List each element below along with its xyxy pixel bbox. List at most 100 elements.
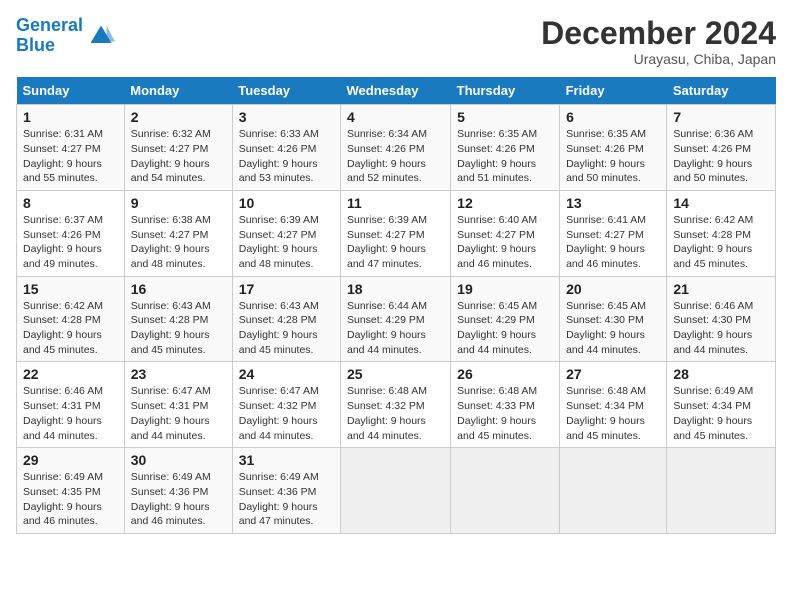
day-cell: 9Sunrise: 6:38 AM Sunset: 4:27 PM Daylig… (124, 190, 232, 276)
weekday-friday: Friday (560, 77, 667, 105)
weekday-thursday: Thursday (451, 77, 560, 105)
day-info: Sunrise: 6:48 AM Sunset: 4:34 PM Dayligh… (566, 384, 660, 443)
day-number: 2 (131, 109, 226, 125)
day-cell: 11Sunrise: 6:39 AM Sunset: 4:27 PM Dayli… (340, 190, 450, 276)
day-number: 15 (23, 281, 118, 297)
day-info: Sunrise: 6:49 AM Sunset: 4:34 PM Dayligh… (673, 384, 769, 443)
day-number: 19 (457, 281, 553, 297)
day-info: Sunrise: 6:35 AM Sunset: 4:26 PM Dayligh… (457, 127, 553, 186)
title-block: December 2024 Urayasu, Chiba, Japan (541, 16, 776, 67)
day-cell: 6Sunrise: 6:35 AM Sunset: 4:26 PM Daylig… (560, 105, 667, 191)
location: Urayasu, Chiba, Japan (541, 51, 776, 67)
day-number: 30 (131, 452, 226, 468)
day-cell: 5 Sunrise: 6:35 AM Sunset: 4:26 PM Daylig… (451, 105, 560, 191)
day-number: 6 (566, 109, 660, 125)
day-info: Sunrise: 6:46 AM Sunset: 4:31 PM Dayligh… (23, 384, 118, 443)
week-row-3: 15 Sunrise: 6:42 AM Sunset: 4:28 PM Dayli… (17, 276, 776, 362)
day-number: 20 (566, 281, 660, 297)
day-cell: 31 Sunrise: 6:49 AM Sunset: 4:36 PM Dayli… (232, 448, 340, 534)
day-cell: 23 Sunrise: 6:47 AM Sunset: 4:31 PM Dayli… (124, 362, 232, 448)
day-number: 8 (23, 195, 118, 211)
day-info: Sunrise: 6:43 AM Sunset: 4:28 PM Dayligh… (239, 299, 334, 358)
day-number: 7 (673, 109, 769, 125)
day-cell: 2 Sunrise: 6:32 AM Sunset: 4:27 PM Daylig… (124, 105, 232, 191)
day-number: 18 (347, 281, 444, 297)
day-cell: 19 Sunrise: 6:45 AM Sunset: 4:29 PM Dayli… (451, 276, 560, 362)
day-number: 5 (457, 109, 553, 125)
logo-text: GeneralBlue (16, 16, 83, 56)
day-info: Sunrise: 6:41 AM Sunset: 4:27 PM Dayligh… (566, 213, 660, 272)
day-info: Sunrise: 6:49 AM Sunset: 4:35 PM Dayligh… (23, 470, 118, 529)
day-info: Sunrise: 6:45 AM Sunset: 4:30 PM Dayligh… (566, 299, 660, 358)
weekday-wednesday: Wednesday (340, 77, 450, 105)
day-info: Sunrise: 6:42 AM Sunset: 4:28 PM Dayligh… (23, 299, 118, 358)
day-number: 31 (239, 452, 334, 468)
header: GeneralBlue December 2024 Urayasu, Chiba… (16, 16, 776, 67)
day-cell (340, 448, 450, 534)
day-info: Sunrise: 6:40 AM Sunset: 4:27 PM Dayligh… (457, 213, 553, 272)
day-info: Sunrise: 6:33 AM Sunset: 4:26 PM Dayligh… (239, 127, 334, 186)
day-number: 26 (457, 366, 553, 382)
day-cell: 27 Sunrise: 6:48 AM Sunset: 4:34 PM Dayli… (560, 362, 667, 448)
day-number: 4 (347, 109, 444, 125)
weekday-header: SundayMondayTuesdayWednesdayThursdayFrid… (17, 77, 776, 105)
day-number: 27 (566, 366, 660, 382)
day-number: 9 (131, 195, 226, 211)
day-cell: 7 Sunrise: 6:36 AM Sunset: 4:26 PM Daylig… (667, 105, 776, 191)
day-info: Sunrise: 6:49 AM Sunset: 4:36 PM Dayligh… (239, 470, 334, 529)
weekday-sunday: Sunday (17, 77, 125, 105)
day-number: 1 (23, 109, 118, 125)
day-cell: 29Sunrise: 6:49 AM Sunset: 4:35 PM Dayli… (17, 448, 125, 534)
day-cell: 17Sunrise: 6:43 AM Sunset: 4:28 PM Dayli… (232, 276, 340, 362)
day-number: 10 (239, 195, 334, 211)
day-cell: 1Sunrise: 6:31 AM Sunset: 4:27 PM Daylig… (17, 105, 125, 191)
day-cell: 20 Sunrise: 6:45 AM Sunset: 4:30 PM Dayli… (560, 276, 667, 362)
day-cell: 28 Sunrise: 6:49 AM Sunset: 4:34 PM Dayli… (667, 362, 776, 448)
day-number: 24 (239, 366, 334, 382)
day-cell: 25Sunrise: 6:48 AM Sunset: 4:32 PM Dayli… (340, 362, 450, 448)
day-cell: 24Sunrise: 6:47 AM Sunset: 4:32 PM Dayli… (232, 362, 340, 448)
day-number: 12 (457, 195, 553, 211)
month-title: December 2024 (541, 16, 776, 51)
day-info: Sunrise: 6:34 AM Sunset: 4:26 PM Dayligh… (347, 127, 444, 186)
day-cell (667, 448, 776, 534)
week-row-1: 1Sunrise: 6:31 AM Sunset: 4:27 PM Daylig… (17, 105, 776, 191)
weekday-monday: Monday (124, 77, 232, 105)
calendar-body: 1Sunrise: 6:31 AM Sunset: 4:27 PM Daylig… (17, 105, 776, 534)
day-info: Sunrise: 6:46 AM Sunset: 4:30 PM Dayligh… (673, 299, 769, 358)
day-info: Sunrise: 6:44 AM Sunset: 4:29 PM Dayligh… (347, 299, 444, 358)
day-info: Sunrise: 6:48 AM Sunset: 4:33 PM Dayligh… (457, 384, 553, 443)
day-cell: 15 Sunrise: 6:42 AM Sunset: 4:28 PM Dayli… (17, 276, 125, 362)
logo-icon (87, 22, 115, 50)
calendar-container: GeneralBlue December 2024 Urayasu, Chiba… (0, 0, 792, 544)
day-cell: 3Sunrise: 6:33 AM Sunset: 4:26 PM Daylig… (232, 105, 340, 191)
day-number: 21 (673, 281, 769, 297)
day-info: Sunrise: 6:43 AM Sunset: 4:28 PM Dayligh… (131, 299, 226, 358)
day-info: Sunrise: 6:36 AM Sunset: 4:26 PM Dayligh… (673, 127, 769, 186)
day-info: Sunrise: 6:37 AM Sunset: 4:26 PM Dayligh… (23, 213, 118, 272)
day-number: 14 (673, 195, 769, 211)
day-cell: 16Sunrise: 6:43 AM Sunset: 4:28 PM Dayli… (124, 276, 232, 362)
day-cell: 8 Sunrise: 6:37 AM Sunset: 4:26 PM Daylig… (17, 190, 125, 276)
day-number: 28 (673, 366, 769, 382)
week-row-2: 8 Sunrise: 6:37 AM Sunset: 4:26 PM Daylig… (17, 190, 776, 276)
day-info: Sunrise: 6:39 AM Sunset: 4:27 PM Dayligh… (347, 213, 444, 272)
logo: GeneralBlue (16, 16, 115, 56)
week-row-5: 29Sunrise: 6:49 AM Sunset: 4:35 PM Dayli… (17, 448, 776, 534)
day-info: Sunrise: 6:32 AM Sunset: 4:27 PM Dayligh… (131, 127, 226, 186)
day-cell: 10 Sunrise: 6:39 AM Sunset: 4:27 PM Dayli… (232, 190, 340, 276)
day-cell (451, 448, 560, 534)
day-number: 25 (347, 366, 444, 382)
day-info: Sunrise: 6:47 AM Sunset: 4:31 PM Dayligh… (131, 384, 226, 443)
week-row-4: 22Sunrise: 6:46 AM Sunset: 4:31 PM Dayli… (17, 362, 776, 448)
day-info: Sunrise: 6:39 AM Sunset: 4:27 PM Dayligh… (239, 213, 334, 272)
day-cell: 21 Sunrise: 6:46 AM Sunset: 4:30 PM Dayli… (667, 276, 776, 362)
day-cell: 13Sunrise: 6:41 AM Sunset: 4:27 PM Dayli… (560, 190, 667, 276)
day-info: Sunrise: 6:45 AM Sunset: 4:29 PM Dayligh… (457, 299, 553, 358)
day-number: 23 (131, 366, 226, 382)
day-cell: 4 Sunrise: 6:34 AM Sunset: 4:26 PM Daylig… (340, 105, 450, 191)
day-cell: 26 Sunrise: 6:48 AM Sunset: 4:33 PM Dayli… (451, 362, 560, 448)
day-cell: 30Sunrise: 6:49 AM Sunset: 4:36 PM Dayli… (124, 448, 232, 534)
weekday-saturday: Saturday (667, 77, 776, 105)
calendar-table: SundayMondayTuesdayWednesdayThursdayFrid… (16, 77, 776, 534)
